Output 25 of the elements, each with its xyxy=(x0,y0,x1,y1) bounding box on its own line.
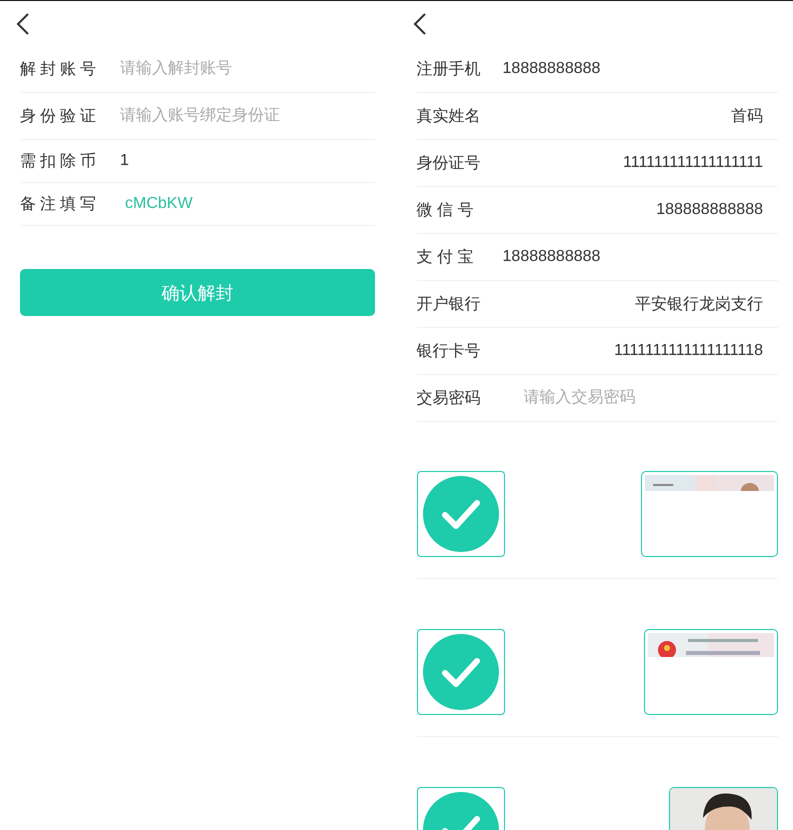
input-field[interactable]: 请输入解封账号 xyxy=(120,60,375,78)
back-icon[interactable] xyxy=(412,12,427,34)
field-value: 18888888888 xyxy=(502,248,602,266)
field-label: 解封账号 xyxy=(20,60,101,80)
field-label: 微 信 号 xyxy=(416,200,474,220)
field-label: 身份证号 xyxy=(416,154,482,174)
field-value: 18888888888 xyxy=(502,60,602,78)
field-label: 需扣除币 xyxy=(20,152,101,172)
field-label: 支 付 宝 xyxy=(416,248,474,268)
field-label: 银行卡号 xyxy=(416,342,482,362)
field-value: 首码 xyxy=(730,106,764,126)
field-label: 真实姓名 xyxy=(416,106,482,126)
input-field[interactable]: cMCbKW xyxy=(120,195,375,213)
field-value: 188888888888 xyxy=(655,201,764,219)
field-value: 平安银行龙岗支行 xyxy=(634,294,764,314)
field-value: 1111111111111111118 xyxy=(613,342,764,360)
confirm-button[interactable]: 确认解封 xyxy=(20,269,375,316)
field-label: 交易密码 xyxy=(416,388,482,408)
field-label: 身份验证 xyxy=(20,106,101,126)
field-label: 备注填写 xyxy=(20,194,101,214)
back-icon[interactable] xyxy=(16,12,30,34)
field-value: 111111111111111111 xyxy=(622,154,764,172)
input-field[interactable]: 1 xyxy=(120,152,375,170)
field-label: 注册手机 xyxy=(416,60,482,80)
field-label: 开户银行 xyxy=(416,294,482,314)
